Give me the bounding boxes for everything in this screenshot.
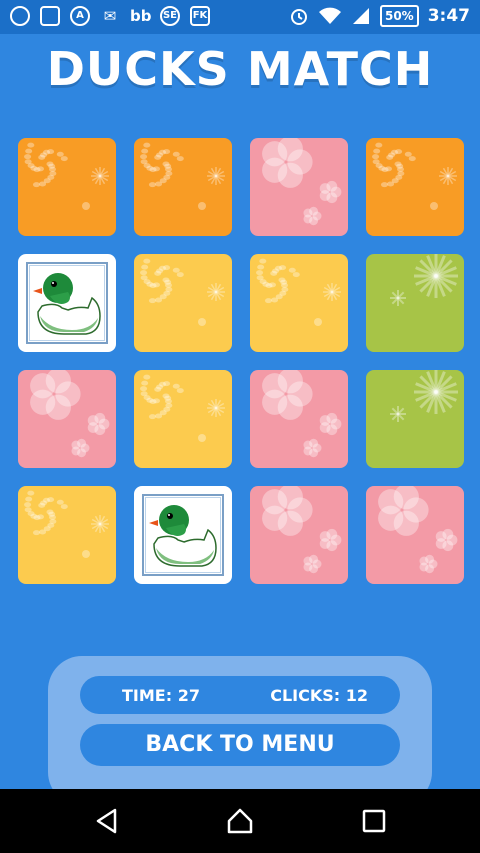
dots-pattern-icon (24, 142, 109, 210)
status-bar: A ✉ bb SE FK 50% 3:47 (0, 0, 480, 34)
se-icon: SE (160, 6, 180, 26)
flower-pattern-icon (30, 370, 110, 458)
fk-icon: FK (190, 6, 210, 26)
flower-pattern-icon (262, 138, 342, 226)
burst-pattern-icon (390, 254, 458, 306)
burst-pattern-icon (390, 370, 458, 422)
card-face-down-pink[interactable] (250, 486, 348, 584)
signal-icon (352, 8, 369, 24)
card-duck-revealed[interactable] (18, 254, 116, 352)
navigation-bar (0, 789, 480, 853)
card-face-down-pink[interactable] (366, 486, 464, 584)
flower-pattern-icon (378, 486, 458, 574)
dots-pattern-icon (256, 258, 341, 326)
card-face-down-orange[interactable] (18, 138, 116, 236)
recents-icon[interactable] (360, 807, 388, 835)
flower-pattern-icon (262, 486, 342, 574)
clicks-counter: CLICKS: 12 (270, 686, 368, 705)
flower-pattern-icon (262, 370, 342, 458)
dots-pattern-icon (24, 490, 109, 558)
duck-icon (149, 505, 217, 567)
gmail-icon: ✉ (103, 7, 117, 25)
stats-bar: TIME: 27 CLICKS: 12 (80, 676, 400, 714)
dots-pattern-icon (140, 258, 225, 326)
bb-icon: bb (130, 7, 152, 25)
card-face-down-green[interactable] (366, 254, 464, 352)
wifi-icon (318, 7, 341, 24)
home-icon[interactable] (226, 807, 254, 835)
card-face-down-yellow[interactable] (134, 254, 232, 352)
duck-icon (33, 273, 101, 335)
card-face-down-pink[interactable] (250, 138, 348, 236)
card-face-down-pink[interactable] (250, 370, 348, 468)
dots-pattern-icon (372, 142, 457, 210)
a-app-icon: A (70, 6, 90, 26)
back-icon[interactable] (93, 807, 121, 835)
notification-icons: A ✉ bb SE FK (10, 6, 210, 26)
game-title: DUCKS MATCH (46, 42, 434, 96)
clock: 3:47 (427, 6, 470, 26)
card-face-down-green[interactable] (366, 370, 464, 468)
card-face-down-orange[interactable] (134, 138, 232, 236)
system-icons: 50% 3:47 (289, 5, 470, 27)
card-face-down-yellow[interactable] (134, 370, 232, 468)
time-counter: TIME: 27 (122, 686, 200, 705)
sync-icon (10, 6, 30, 26)
card-face-down-pink[interactable] (18, 370, 116, 468)
card-face-down-orange[interactable] (366, 138, 464, 236)
score-panel: TIME: 27 CLICKS: 12 BACK TO MENU (48, 656, 432, 806)
dots-pattern-icon (140, 374, 225, 442)
card-frame (142, 494, 224, 576)
card-frame (26, 262, 108, 344)
card-duck-revealed[interactable] (134, 486, 232, 584)
image-icon (40, 6, 60, 26)
dots-pattern-icon (140, 142, 225, 210)
back-to-menu-button[interactable]: BACK TO MENU (80, 724, 400, 766)
card-face-down-yellow[interactable] (18, 486, 116, 584)
battery-indicator: 50% (379, 5, 419, 27)
alarm-icon (290, 9, 307, 25)
card-face-down-yellow[interactable] (250, 254, 348, 352)
